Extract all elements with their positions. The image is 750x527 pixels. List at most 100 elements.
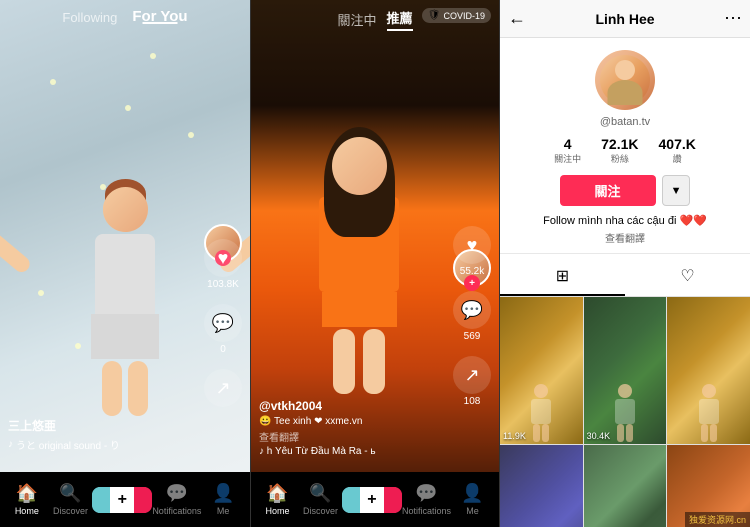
home-label: Home — [15, 506, 39, 516]
middle-discover-label: Discover — [303, 506, 338, 516]
left-top-nav: Following For You — [0, 0, 250, 34]
add-icon: + — [110, 487, 134, 513]
left-bottom-info: 三上悠亜 ♪ うと original sound - り — [8, 417, 195, 452]
discover-icon: 🔍 — [59, 483, 81, 504]
middle-discover-icon: 🔍 — [309, 483, 331, 504]
music-note-icon: ♪ — [8, 439, 13, 450]
middle-translate[interactable]: 查看翻譯 — [259, 429, 439, 444]
covid-badge: 🛡 COVID-19 — [422, 8, 491, 23]
following-stat: 4 關注中 — [554, 136, 581, 165]
me-icon: 👤 — [212, 483, 234, 504]
nav-discover[interactable]: 🔍 Discover — [49, 483, 93, 516]
followers-stat: 72.1K 粉絲 — [601, 136, 638, 165]
home-icon: 🏠 — [16, 483, 38, 504]
middle-comment-icon[interactable]: 💬 — [453, 291, 491, 329]
middle-like-action[interactable]: ♥ 55.2k — [453, 226, 491, 277]
grid-icon: ⊞ — [556, 266, 569, 286]
video-thumb[interactable]: 15.6K — [500, 445, 583, 527]
middle-share-icon[interactable]: ↗ — [453, 356, 491, 394]
notification-icon: 💬 — [166, 483, 188, 504]
middle-nav-me[interactable]: 👤 Me — [451, 483, 494, 516]
heart-icon[interactable]: ♥ — [204, 239, 242, 277]
following-count: 4 — [564, 136, 572, 152]
middle-video-bg: 關注中 推薦 🛡 COVID-19 + — [251, 0, 499, 527]
middle-actions: ♥ 55.2k 💬 569 ↗ 108 — [453, 226, 491, 407]
middle-comment-action[interactable]: 💬 569 — [453, 291, 491, 342]
profile-bio: Follow mình nha các cậu đi ❤️❤️ — [543, 214, 707, 227]
share-action[interactable]: ↗ — [204, 369, 242, 407]
middle-notification-icon: 💬 — [415, 483, 437, 504]
comment-action[interactable]: 💬 0 — [204, 304, 242, 355]
left-actions: ♥ 103.8K 💬 0 ↗ — [204, 239, 242, 407]
video-thumb[interactable] — [584, 445, 667, 527]
left-music-info: ♪ うと original sound - り — [8, 437, 195, 452]
covid-label: COVID-19 — [443, 11, 485, 21]
video-thumb[interactable] — [667, 297, 750, 444]
middle-notifications-label: Notifications — [402, 506, 451, 516]
video-count: 11.9K — [503, 431, 526, 441]
middle-like-count: 55.2k — [460, 266, 484, 277]
middle-heart-icon[interactable]: ♥ — [453, 226, 491, 264]
follow-button[interactable]: 關注 — [560, 175, 656, 206]
right-panel: ← Linh Hee ⋯ @batan.tv 4 關注中 72.1K — [500, 0, 750, 527]
middle-add-icon: + — [360, 487, 384, 513]
profile-stats: 4 關注中 72.1K 粉絲 407.K 讚 — [554, 136, 696, 165]
dropdown-button[interactable]: ▼ — [662, 175, 691, 206]
heart-outline-icon: ♡ — [680, 266, 694, 286]
bio-translate[interactable]: 查看翻譯 — [605, 230, 645, 245]
middle-share-action[interactable]: ↗ 108 — [453, 356, 491, 407]
tab-grid[interactable]: ⊞ — [500, 258, 625, 296]
dancer-figure — [60, 187, 190, 447]
nav-me[interactable]: 👤 Me — [201, 483, 245, 516]
notifications-label: Notifications — [152, 506, 201, 516]
middle-home-label: Home — [265, 506, 289, 516]
middle-home-icon: 🏠 — [266, 483, 288, 504]
followers-label: 粉絲 — [611, 152, 629, 165]
middle-desc: 😀 Tee xinh ❤ xxme.vn — [259, 416, 439, 427]
middle-top-nav: 關注中 推薦 🛡 COVID-19 — [251, 0, 499, 39]
likes-label: 讚 — [673, 152, 682, 165]
middle-music: ♪ h Yêu Từ Đầu Mà Ra - ь — [259, 446, 439, 457]
middle-bottom-info: @vtkh2004 😀 Tee xinh ❤ xxme.vn 查看翻譯 ♪ h … — [259, 399, 439, 457]
video-count: 30.4K — [587, 431, 611, 441]
middle-bottom-navbar: 🏠 Home 🔍 Discover + 💬 Notifications 👤 — [251, 472, 499, 527]
back-button[interactable]: ← — [508, 8, 526, 29]
middle-nav-home[interactable]: 🏠 Home — [256, 483, 299, 516]
middle-comment-count: 569 — [464, 331, 481, 342]
left-music-text: うと original sound - り — [16, 437, 120, 452]
profile-avatar — [595, 50, 655, 110]
left-video-bg: Following For You — [0, 0, 250, 527]
like-count: 103.8K — [207, 279, 239, 290]
recommended-tab-middle[interactable]: 推薦 — [387, 8, 413, 31]
profile-handle: @batan.tv — [600, 116, 650, 128]
left-username: 三上悠亜 — [8, 417, 195, 434]
profile-header: ← Linh Hee ⋯ — [500, 0, 750, 38]
likes-count: 407.K — [659, 136, 696, 152]
middle-nav-discover[interactable]: 🔍 Discover — [299, 483, 342, 516]
me-label: Me — [217, 506, 230, 516]
like-action[interactable]: ♥ 103.8K — [204, 239, 242, 290]
video-thumb[interactable]: 11.9K — [500, 297, 583, 444]
share-icon[interactable]: ↗ — [204, 369, 242, 407]
comment-icon[interactable]: 💬 — [204, 304, 242, 342]
more-options-icon[interactable]: ⋯ — [724, 8, 742, 29]
following-tab-middle[interactable]: 關注中 — [337, 10, 376, 29]
middle-me-label: Me — [466, 506, 479, 516]
middle-nav-notifications[interactable]: 💬 Notifications — [402, 483, 451, 516]
middle-nav-add[interactable]: + — [342, 487, 402, 513]
shield-icon: 🛡 — [428, 10, 441, 21]
discover-label: Discover — [53, 506, 88, 516]
middle-username: @vtkh2004 — [259, 399, 439, 413]
tab-liked[interactable]: ♡ — [625, 258, 750, 296]
left-panel: Following For You — [0, 0, 250, 527]
nav-add[interactable]: + — [92, 487, 152, 513]
video-grid: 11.9K 30.4K 15.6K — [500, 297, 750, 527]
following-tab[interactable]: Following — [62, 10, 117, 25]
video-thumb[interactable]: 30.4K — [584, 297, 667, 444]
bottom-navbar: 🏠 Home 🔍 Discover + 💬 Notifications 👤 — [0, 472, 250, 527]
profile-info: @batan.tv 4 關注中 72.1K 粉絲 407.K 讚 關注 ▼ Fo… — [500, 38, 750, 254]
nav-notifications[interactable]: 💬 Notifications — [152, 483, 201, 516]
follow-btn-container: 關注 ▼ — [560, 175, 691, 206]
nav-home[interactable]: 🏠 Home — [5, 483, 49, 516]
following-label: 關注中 — [554, 152, 581, 165]
